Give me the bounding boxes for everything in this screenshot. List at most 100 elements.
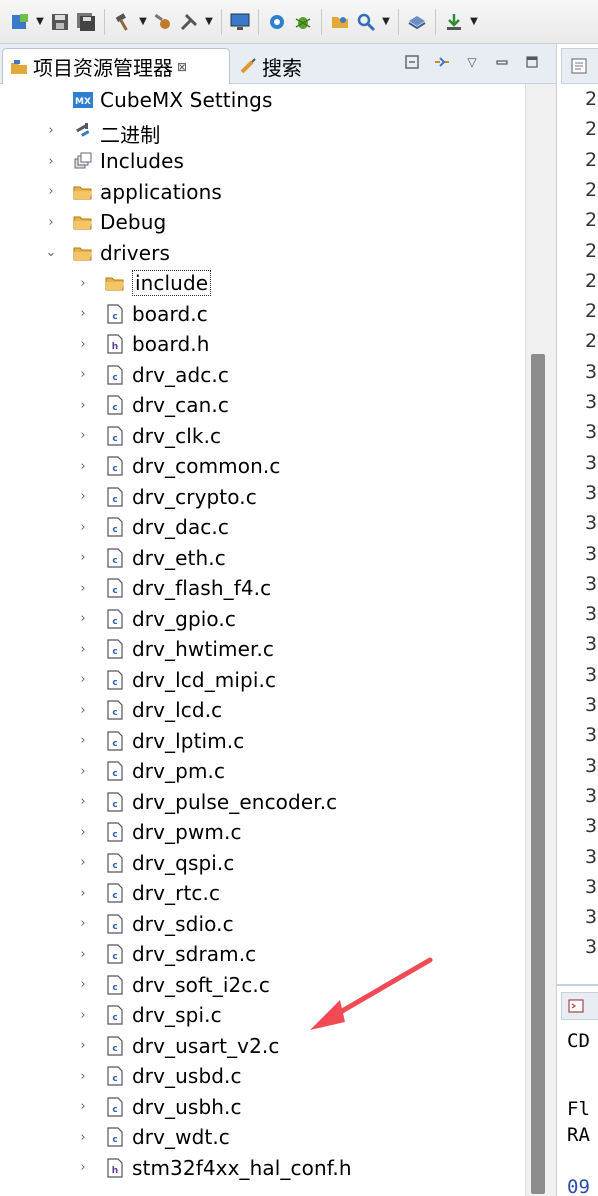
chevron-right-icon[interactable]: › <box>76 268 90 298</box>
settings-gear-icon[interactable] <box>265 9 289 35</box>
tree-item[interactable]: › c drv_dac.c <box>0 512 525 542</box>
tree-item[interactable]: › c drv_rtc.c <box>0 878 525 908</box>
tree-item[interactable]: › c drv_adc.c <box>0 360 525 390</box>
link-editor-icon[interactable] <box>432 52 452 72</box>
chevron-right-icon[interactable]: › <box>44 116 58 146</box>
tree-item[interactable]: › c drv_eth.c <box>0 543 525 573</box>
tree-item[interactable]: › c drv_sdram.c <box>0 939 525 969</box>
chevron-right-icon[interactable]: › <box>76 1000 90 1030</box>
tree-item[interactable]: › c drv_soft_i2c.c <box>0 970 525 1000</box>
tree-item[interactable]: MX CubeMX Settings <box>0 85 525 115</box>
chevron-right-icon[interactable]: › <box>76 634 90 664</box>
chevron-right-icon[interactable]: › <box>44 207 58 237</box>
tree-item[interactable]: ⌄ drivers <box>0 238 525 268</box>
chevron-right-icon[interactable]: › <box>76 1031 90 1061</box>
clean-icon[interactable] <box>151 9 175 35</box>
chevron-right-icon[interactable]: › <box>76 360 90 390</box>
maximize-icon[interactable] <box>522 52 542 72</box>
download-icon[interactable] <box>442 9 466 35</box>
editor-tab[interactable] <box>561 48 598 84</box>
tree-item[interactable]: › c drv_pulse_encoder.c <box>0 787 525 817</box>
new-icon[interactable] <box>8 9 32 35</box>
tree-item[interactable]: › c drv_pm.c <box>0 756 525 786</box>
build-hammer-icon[interactable] <box>111 9 135 35</box>
tree-item[interactable]: › c drv_usart_v2.c <box>0 1031 525 1061</box>
chevron-right-icon[interactable]: › <box>76 695 90 725</box>
chevron-right-icon[interactable]: › <box>76 817 90 847</box>
tree-item[interactable]: › c board.c <box>0 299 525 329</box>
tree-item[interactable]: › c drv_lcd.c <box>0 695 525 725</box>
tree-item[interactable]: › c drv_flash_f4.c <box>0 573 525 603</box>
tools-icon[interactable] <box>177 9 201 35</box>
view-menu-chevron-down-icon[interactable]: ▽ <box>462 52 482 72</box>
tree-item[interactable]: › c drv_common.c <box>0 451 525 481</box>
chevron-right-icon[interactable]: › <box>76 909 90 939</box>
chevron-right-icon[interactable]: › <box>76 329 90 359</box>
tree-item[interactable]: › c drv_spi.c <box>0 1000 525 1030</box>
tree-item[interactable]: › c drv_usbd.c <box>0 1061 525 1091</box>
collapse-all-icon[interactable] <box>402 52 422 72</box>
chevron-right-icon[interactable]: › <box>76 573 90 603</box>
save-icon[interactable] <box>48 9 72 35</box>
open-folder-icon[interactable] <box>328 9 352 35</box>
monitor-icon[interactable] <box>228 9 252 35</box>
chevron-right-icon[interactable]: › <box>76 604 90 634</box>
chevron-right-icon[interactable]: › <box>76 756 90 786</box>
tree-item[interactable]: › c drv_clk.c <box>0 421 525 451</box>
tab-search[interactable]: 搜索 <box>232 48 342 84</box>
chevron-right-icon[interactable]: › <box>76 1153 90 1183</box>
chevron-right-icon[interactable]: › <box>76 1061 90 1091</box>
tree-item[interactable]: › Includes <box>0 146 525 176</box>
tree-item[interactable]: › c drv_wdt.c <box>0 1122 525 1152</box>
scrollbar-thumb[interactable] <box>531 354 545 1194</box>
tab-project-explorer[interactable]: 项目资源管理器 ⊠ <box>2 48 230 84</box>
tree-item[interactable]: › c drv_sdio.c <box>0 909 525 939</box>
chevron-right-icon[interactable]: › <box>76 512 90 542</box>
chevron-right-icon[interactable]: › <box>76 665 90 695</box>
tree-item[interactable]: › 二进制 <box>0 116 525 147</box>
chevron-down-icon[interactable]: ⌄ <box>44 238 58 268</box>
tree-item[interactable]: › c drv_crypto.c <box>0 482 525 512</box>
tree-item[interactable]: › c drv_lptim.c <box>0 726 525 756</box>
save-all-icon[interactable] <box>74 9 98 35</box>
tree-item[interactable]: › c drv_hwtimer.c <box>0 634 525 664</box>
chevron-right-icon[interactable]: › <box>76 421 90 451</box>
vertical-scrollbar[interactable] <box>525 84 556 1196</box>
tree-item[interactable]: › include <box>0 268 525 298</box>
tree-item[interactable]: › c drv_qspi.c <box>0 848 525 878</box>
close-icon[interactable]: ⊠ <box>177 60 187 74</box>
console-tab[interactable] <box>561 992 598 1020</box>
chevron-right-icon[interactable]: › <box>76 1122 90 1152</box>
chevron-right-icon[interactable]: › <box>76 970 90 1000</box>
tree-item[interactable]: › c drv_can.c <box>0 390 525 420</box>
chevron-right-icon[interactable]: › <box>76 939 90 969</box>
chevron-right-icon[interactable]: › <box>44 177 58 207</box>
chevron-right-icon[interactable]: › <box>76 482 90 512</box>
chevron-right-icon[interactable]: › <box>76 1092 90 1122</box>
tree-item[interactable]: › Debug <box>0 207 525 237</box>
chevron-right-icon[interactable]: › <box>76 787 90 817</box>
tree-item[interactable]: › h stm32f4xx_hal_conf.h <box>0 1153 525 1183</box>
search-dropdown-icon[interactable]: ▼ <box>380 9 392 35</box>
chevron-right-icon[interactable]: › <box>76 878 90 908</box>
chevron-right-icon[interactable]: › <box>76 726 90 756</box>
chevron-right-icon[interactable]: › <box>76 451 90 481</box>
chevron-right-icon[interactable]: › <box>44 146 58 176</box>
minimize-icon[interactable] <box>492 52 512 72</box>
tree-item[interactable]: › h board.h <box>0 329 525 359</box>
tree-item[interactable]: › c drv_usbh.c <box>0 1092 525 1122</box>
chevron-right-icon[interactable]: › <box>76 848 90 878</box>
chevron-right-icon[interactable]: › <box>76 390 90 420</box>
download-dropdown-icon[interactable]: ▼ <box>468 9 480 35</box>
tree-item[interactable]: › applications <box>0 177 525 207</box>
build-dropdown-icon[interactable]: ▼ <box>137 9 149 35</box>
search-icon[interactable] <box>354 9 378 35</box>
tree-item[interactable]: › c drv_pwm.c <box>0 817 525 847</box>
tools-dropdown-icon[interactable]: ▼ <box>203 9 215 35</box>
chevron-right-icon[interactable]: › <box>76 543 90 573</box>
debug-bug-icon[interactable] <box>291 9 315 35</box>
new-dropdown-icon[interactable]: ▼ <box>34 9 46 35</box>
package-icon[interactable] <box>405 9 429 35</box>
chevron-right-icon[interactable]: › <box>76 299 90 329</box>
tree-item[interactable]: › c drv_lcd_mipi.c <box>0 665 525 695</box>
